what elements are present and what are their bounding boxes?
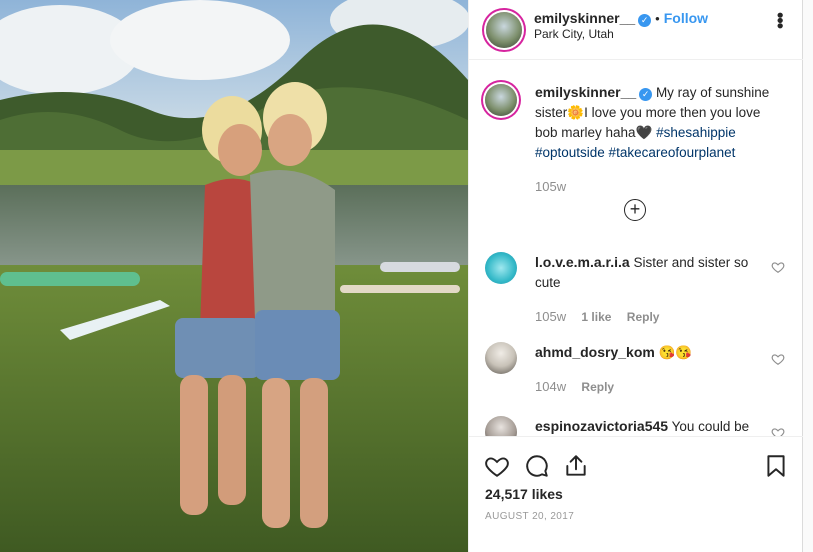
- share-icon[interactable]: [563, 453, 589, 479]
- post-date[interactable]: AUGUST 20, 2017: [485, 511, 574, 522]
- comment-likes[interactable]: 1 like: [581, 310, 611, 324]
- separator-dot: •: [655, 11, 660, 26]
- verified-badge-icon: ✓: [639, 88, 653, 101]
- commenter-avatar[interactable]: [485, 416, 517, 436]
- post-photo[interactable]: [0, 0, 468, 552]
- comment-bubble-icon[interactable]: [524, 453, 550, 479]
- commenter-username[interactable]: l.o.v.e.m.a.r.i.a: [535, 254, 630, 270]
- post-details-panel: emilyskinner__ ✓ • Follow Park City, Utah •…: [468, 0, 804, 552]
- sun-emoji: 🌼: [567, 105, 585, 120]
- like-comment-heart-icon[interactable]: [771, 260, 785, 274]
- commenter-username[interactable]: espinozavictoria545: [535, 418, 668, 434]
- comment-body: l.o.v.e.m.a.r.i.a Sister and sister so c…: [535, 252, 755, 327]
- reply-button[interactable]: Reply: [627, 310, 660, 324]
- comment-time[interactable]: 104w: [535, 379, 566, 394]
- commenter-username[interactable]: ahmd_dosry_kom: [535, 344, 655, 360]
- post-photo-image: [0, 0, 468, 552]
- author-line: emilyskinner__ ✓ • Follow: [534, 10, 708, 27]
- author-avatar[interactable]: [486, 12, 522, 48]
- like-comment-heart-icon[interactable]: [771, 352, 785, 366]
- post-location[interactable]: Park City, Utah: [534, 27, 614, 41]
- verified-badge-icon: ✓: [638, 14, 652, 27]
- commenter-avatar[interactable]: [485, 342, 517, 374]
- likes-count[interactable]: 24,517 likes: [485, 486, 563, 502]
- comment-meta: 104w Reply: [535, 377, 755, 397]
- caption-author-avatar[interactable]: [485, 84, 517, 116]
- comment-body: ahmd_dosry_kom 😘😘 104w Reply: [535, 342, 755, 397]
- page-gutter: [803, 0, 813, 552]
- caption-username[interactable]: emilyskinner__: [535, 84, 636, 100]
- comments-list[interactable]: emilyskinner__ ✓ My ray of sunshine siste…: [469, 60, 804, 436]
- comment-body: espinozavictoria545 You could be: [535, 416, 755, 436]
- caption-text: emilyskinner__ ✓ My ray of sunshine siste…: [535, 82, 785, 197]
- author-username[interactable]: emilyskinner__: [534, 10, 635, 26]
- reply-button[interactable]: Reply: [581, 380, 614, 394]
- comment-time[interactable]: 105w: [535, 309, 566, 324]
- comment-text: You could be: [671, 419, 750, 434]
- caption-time[interactable]: 105w: [535, 177, 785, 197]
- comment-text: 😘😘: [658, 345, 693, 360]
- load-more-comments-button[interactable]: +: [624, 199, 646, 221]
- save-bookmark-icon[interactable]: [763, 453, 789, 479]
- heart-emoji: 🖤: [635, 125, 653, 140]
- post-actions-bar: 24,517 likes AUGUST 20, 2017: [469, 436, 804, 552]
- like-comment-heart-icon[interactable]: [771, 426, 785, 436]
- like-heart-icon[interactable]: [484, 453, 510, 479]
- follow-button[interactable]: Follow: [664, 10, 708, 26]
- post-header: emilyskinner__ ✓ • Follow Park City, Utah •…: [469, 0, 804, 60]
- comment-meta: 105w 1 like Reply: [535, 307, 755, 327]
- commenter-avatar[interactable]: [485, 252, 517, 284]
- more-options-icon[interactable]: •••: [770, 12, 790, 28]
